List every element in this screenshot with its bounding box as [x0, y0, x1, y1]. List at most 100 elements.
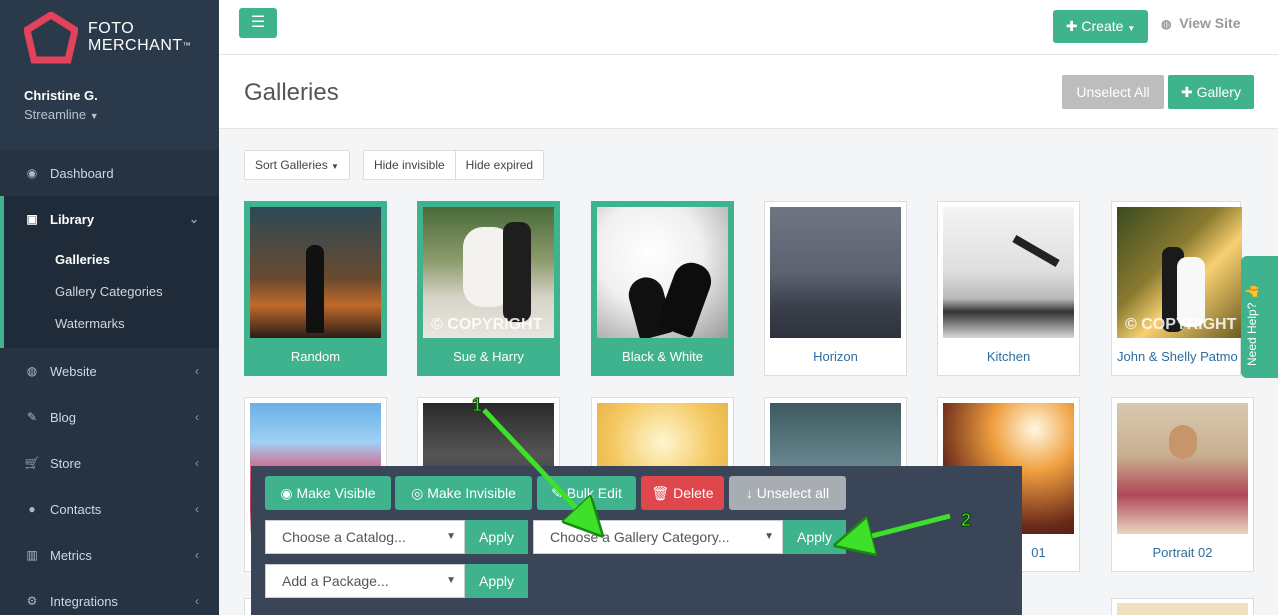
eye-icon: ◉ — [280, 485, 293, 501]
delete-button[interactable]: 🗑 Delete — [641, 476, 724, 510]
chevron-down-icon: ▼ — [446, 531, 456, 542]
caret-down-icon: ▼ — [331, 162, 339, 171]
chevron-left-icon: ‹ — [195, 364, 199, 378]
chevron-down-icon: ▼ — [764, 531, 774, 542]
gallery-category-select[interactable]: Choose a Gallery Category... ▼ — [533, 520, 783, 554]
bulk-edit-button[interactable]: ✎ Bulk Edit — [537, 476, 636, 510]
gallery-thumbnail — [770, 207, 901, 338]
sidebar-item-metrics[interactable]: ▥ Metrics ‹ — [0, 532, 219, 578]
unselect-all-bulk-button[interactable]: ↓ Unselect all — [729, 476, 846, 510]
sidebar-item-library[interactable]: ▣ Library ⌄ — [0, 196, 219, 242]
gallery-title: Portrait 02 — [1152, 545, 1213, 560]
gallery-title: Random — [290, 349, 341, 364]
arrow-down-icon: ↓ — [745, 485, 753, 501]
catalog-select[interactable]: Choose a Catalog... ▼ — [265, 520, 465, 554]
sidebar-item-store[interactable]: 🛒 Store ‹ — [0, 440, 219, 486]
page-header: Galleries Unselect All ✚ Gallery — [219, 55, 1278, 129]
gallery-thumbnail — [250, 207, 381, 338]
logo-pentagon-icon — [24, 12, 78, 64]
globe-icon: ◍ — [26, 364, 38, 378]
gallery-card[interactable]: Portrait 02 — [1111, 397, 1254, 572]
gallery-title: Sue & Harry — [453, 349, 524, 364]
user-name: Christine G. — [24, 88, 98, 103]
gallery-card[interactable]: Black & White — [591, 201, 734, 376]
sidebar-item-contacts[interactable]: ● Contacts ‹ — [0, 486, 219, 532]
make-visible-button[interactable]: ◉ Make Visible — [265, 476, 391, 510]
need-help-label: Need Help? 👍 — [1245, 284, 1259, 366]
apply-category-button[interactable]: Apply — [783, 520, 846, 554]
globe-icon: ◍ — [1161, 17, 1172, 31]
gallery-thumbnail — [1117, 603, 1248, 615]
user-plan[interactable]: Streamline ▼ — [24, 107, 195, 122]
make-invisible-button[interactable]: ◎ Make Invisible — [395, 476, 532, 510]
gallery-thumbnail — [943, 207, 1074, 338]
brand[interactable]: FOTO MERCHANT™ — [0, 0, 219, 78]
unselect-all-button[interactable]: Unselect All — [1062, 75, 1164, 109]
plus-icon: ✚ — [1065, 18, 1078, 34]
apply-package-button[interactable]: Apply — [465, 564, 528, 598]
chevron-left-icon: ‹ — [195, 502, 199, 516]
sidebar-subitem-watermarks[interactable]: Watermarks — [4, 308, 219, 340]
gallery-card[interactable]: Random — [244, 201, 387, 376]
hamburger-icon: ☰ — [250, 14, 266, 31]
create-button[interactable]: ✚ Create ▼ — [1053, 10, 1148, 43]
bar-chart-icon: ▥ — [26, 548, 38, 562]
watermark-text: © COPYRIGHT — [1125, 316, 1237, 333]
plus-icon: ✚ — [1181, 84, 1193, 100]
library-subnav: Galleries Gallery Categories Watermarks — [0, 242, 219, 348]
sidebar: FOTO MERCHANT™ Christine G. Streamline ▼… — [0, 0, 219, 615]
chevron-down-icon: ▼ — [446, 575, 456, 586]
gallery-card[interactable]: Kitchen — [937, 201, 1080, 376]
gallery-thumbnail — [1117, 403, 1248, 534]
chevron-left-icon: ‹ — [195, 410, 199, 424]
sidebar-item-blog[interactable]: ✎ Blog ‹ — [0, 394, 219, 440]
sidebar-item-integrations[interactable]: ⚙ Integrations ‹ — [0, 578, 219, 615]
edit-icon: ✎ — [551, 485, 563, 501]
sidebar-item-website[interactable]: ◍ Website ‹ — [0, 348, 219, 394]
gallery-title: Horizon — [813, 349, 858, 364]
gallery-title: Kitchen — [986, 349, 1031, 364]
gallery-thumbnail: © COPYRIGHT — [423, 207, 554, 338]
caret-down-icon: ▼ — [89, 111, 99, 121]
sort-galleries-dropdown[interactable]: Sort Galleries ▼ — [244, 150, 350, 180]
filter-bar: Sort Galleries ▼ Hide invisible Hide exp… — [244, 150, 545, 180]
user-icon: ● — [28, 502, 36, 516]
gallery-card[interactable] — [1111, 598, 1254, 615]
dashboard-icon: ◉ — [26, 166, 38, 180]
chevron-left-icon: ‹ — [195, 594, 199, 608]
gallery-card[interactable]: © COPYRIGHT Sue & Harry — [417, 201, 560, 376]
gallery-card[interactable]: © COPYRIGHT John & Shelly Patmo — [1111, 201, 1242, 376]
gallery-title: Black & White — [622, 349, 703, 364]
view-site-link[interactable]: ◍ View Site — [1161, 15, 1240, 31]
hide-invisible-button[interactable]: Hide invisible — [362, 150, 456, 180]
user-block[interactable]: Christine G. Streamline ▼ — [0, 78, 219, 150]
hide-expired-button[interactable]: Hide expired — [455, 150, 545, 180]
gallery-card[interactable]: Horizon — [764, 201, 907, 376]
page-title: Galleries — [244, 79, 339, 106]
add-gallery-button[interactable]: ✚ Gallery — [1168, 75, 1254, 109]
image-icon: ▣ — [26, 212, 38, 226]
topbar: ☰ ✚ Create ▼ ◍ View Site — [219, 0, 1278, 55]
trash-icon: 🗑 — [651, 485, 670, 501]
sidebar-nav: ◉ Dashboard ▣ Library ⌄ Galleries Galler… — [0, 150, 219, 615]
cart-icon: 🛒 — [24, 456, 40, 470]
sidebar-subitem-gallery-categories[interactable]: Gallery Categories — [4, 276, 219, 308]
gallery-title: John & Shelly Patmo — [1117, 349, 1238, 364]
logo-text: FOTO MERCHANT™ — [88, 20, 192, 54]
cog-icon: ⚙ — [26, 594, 38, 608]
chevron-left-icon: ‹ — [195, 548, 199, 562]
gallery-thumbnail — [597, 207, 728, 338]
sidebar-item-dashboard[interactable]: ◉ Dashboard — [0, 150, 219, 196]
menu-toggle-button[interactable]: ☰ — [239, 8, 277, 38]
edit-icon: ✎ — [26, 410, 38, 424]
package-select[interactable]: Add a Package... ▼ — [265, 564, 465, 598]
bulk-actions-panel: ◉ Make Visible ◎ Make Invisible ✎ Bulk E… — [251, 466, 1022, 615]
chevron-left-icon: ‹ — [195, 456, 199, 470]
caret-down-icon: ▼ — [1127, 24, 1136, 33]
chevron-down-icon: ⌄ — [188, 212, 199, 226]
apply-catalog-button[interactable]: Apply — [465, 520, 528, 554]
sidebar-subitem-galleries[interactable]: Galleries — [4, 244, 219, 276]
gallery-thumbnail: © COPYRIGHT — [1117, 207, 1242, 338]
need-help-tab[interactable]: Need Help? 👍 — [1241, 256, 1278, 378]
watermark-text: © COPYRIGHT — [431, 316, 543, 333]
